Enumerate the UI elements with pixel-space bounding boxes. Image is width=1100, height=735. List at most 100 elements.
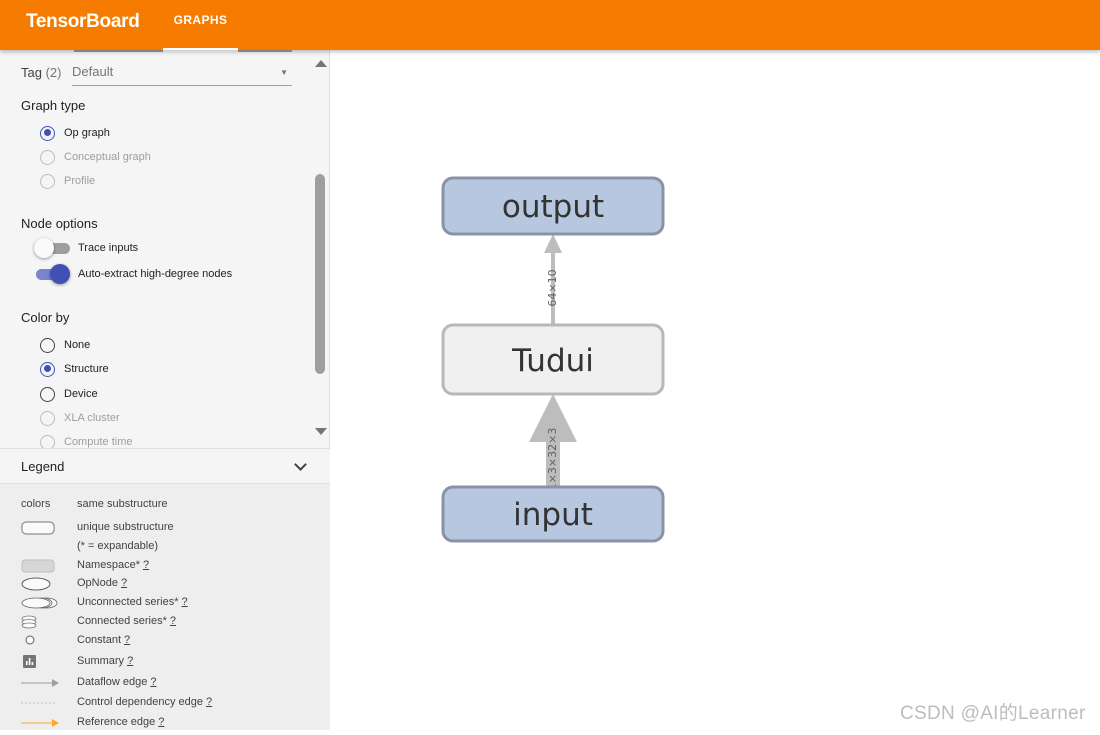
legend-row: Control dependency edge? [0,694,330,712]
help-link[interactable]: ? [127,655,133,667]
tag-label-text: Tag [21,65,42,80]
help-link[interactable]: ? [182,596,188,608]
legend-row: Reference edge? [0,714,330,730]
legend-header[interactable]: Legend [0,448,330,484]
radio-label: Profile [64,175,96,187]
toggle-switch[interactable] [34,264,70,284]
legend-colors-label: colors [21,498,51,510]
radio-icon [40,410,55,426]
radio-label: Structure [64,363,109,375]
legend-row: Namespace*? [0,557,330,575]
radio-label: Compute time [64,436,133,448]
tag-select-value: Default [72,64,114,79]
divider [163,50,238,52]
edge-shape-label: 1×3×32×3 [546,428,559,491]
legend-text[interactable]: Control dependency edge? [77,696,212,708]
edge-tudui-output[interactable]: 64×10 [544,234,562,325]
legend-row: (* = expandable) [0,538,330,556]
legend-text[interactable]: Connected series*? [77,615,176,627]
radio-color-none[interactable]: None [40,336,90,354]
node-label: input [513,497,593,533]
legend-row: unique substructure [0,519,330,537]
unconnected-series-icon [21,596,61,613]
legend-row: OpNode? [0,575,330,593]
tag-select[interactable]: Default ▼ [72,64,292,86]
scroll-thumb[interactable] [315,174,325,374]
help-link[interactable]: ? [206,696,212,708]
help-link[interactable]: ? [143,559,149,571]
scroll-up-icon[interactable] [315,60,327,67]
radio-icon [40,173,55,189]
graph-type-title: Graph type [21,98,86,113]
controls-panel: Tag (2) Default ▼ Graph type Op graph Co… [0,50,312,448]
left-sidebar: Tag (2) Default ▼ Graph type Op graph Co… [0,50,330,730]
radio-conceptual-graph[interactable]: Conceptual graph [40,148,151,166]
legend-text[interactable]: Dataflow edge? [77,676,156,688]
radio-label: Op graph [64,127,110,139]
radio-color-xla[interactable]: XLA cluster [40,409,120,427]
radio-icon [40,434,55,448]
chevron-down-icon[interactable] [294,458,307,471]
toggle-label: Auto-extract high-degree nodes [78,268,233,280]
help-link[interactable]: ? [121,577,127,589]
controls-scrollbar[interactable] [312,50,330,448]
connected-series-icon [21,615,41,632]
graph-svg[interactable]: 64×10 1×3×32×3 output Tudui input [330,50,1100,730]
dataflow-edge-icon [21,676,61,693]
help-link[interactable]: ? [124,634,130,646]
edge-input-tudui[interactable]: 1×3×32×3 [529,394,577,490]
toggle-trace-inputs[interactable]: Trace inputs [34,238,138,258]
help-link[interactable]: ? [170,615,176,627]
legend-row: Dataflow edge? [0,674,330,692]
radio-label: XLA cluster [64,412,120,424]
radio-label: Conceptual graph [64,151,151,163]
graph-canvas[interactable]: 64×10 1×3×32×3 output Tudui input [330,50,1100,730]
legend-text: same substructure [77,498,168,510]
top-app-bar: TensorBoard GRAPHS [0,0,1100,50]
radio-icon [40,337,55,353]
legend-row: colors same substructure [0,496,330,514]
unique-substructure-icon [21,521,55,538]
graph-node-output[interactable]: output [441,176,665,236]
control-edge-icon [21,696,61,713]
opnode-icon [21,577,55,594]
help-link[interactable]: ? [150,676,156,688]
legend-text[interactable]: OpNode? [77,577,127,589]
radio-label: Device [64,388,98,400]
summary-icon [21,655,41,672]
legend-text[interactable]: Reference edge? [77,716,164,728]
radio-op-graph[interactable]: Op graph [40,124,110,142]
graph-node-input[interactable]: input [441,485,665,543]
radio-color-device[interactable]: Device [40,385,98,403]
namespace-icon [21,559,55,576]
legend-text[interactable]: Namespace*? [77,559,149,571]
radio-icon [40,386,55,402]
legend-text[interactable]: Constant? [77,634,130,646]
tag-label: Tag (2) [21,65,61,80]
legend-text: unique substructure [77,521,174,533]
tab-active-indicator [163,48,238,50]
reference-edge-icon [21,716,61,730]
scroll-down-icon[interactable] [315,428,327,435]
legend-row: Constant? [0,632,330,650]
legend-row: Connected series*? [0,613,330,631]
radio-label: None [64,339,91,351]
edge-shape-label: 64×10 [546,269,559,306]
graph-node-tudui[interactable]: Tudui [441,323,665,396]
legend-title: Legend [21,459,65,474]
tab-graphs-label: GRAPHS [173,13,228,27]
toggle-switch[interactable] [34,238,70,258]
legend-text[interactable]: Unconnected series*? [77,596,188,608]
legend-row: Summary? [0,653,330,671]
legend-text[interactable]: Summary? [77,655,133,667]
node-label: output [502,189,604,225]
radio-profile[interactable]: Profile [40,172,95,190]
tab-graphs[interactable]: GRAPHS [163,0,238,50]
toggle-auto-extract[interactable]: Auto-extract high-degree nodes [34,264,232,284]
dropdown-arrow-icon: ▼ [280,68,288,77]
radio-selected-icon [40,361,55,377]
radio-color-structure[interactable]: Structure [40,360,109,378]
watermark-text: CSDN @AI的Learner [900,703,1086,724]
help-link[interactable]: ? [158,716,164,728]
radio-color-compute-time[interactable]: Compute time [40,433,132,448]
